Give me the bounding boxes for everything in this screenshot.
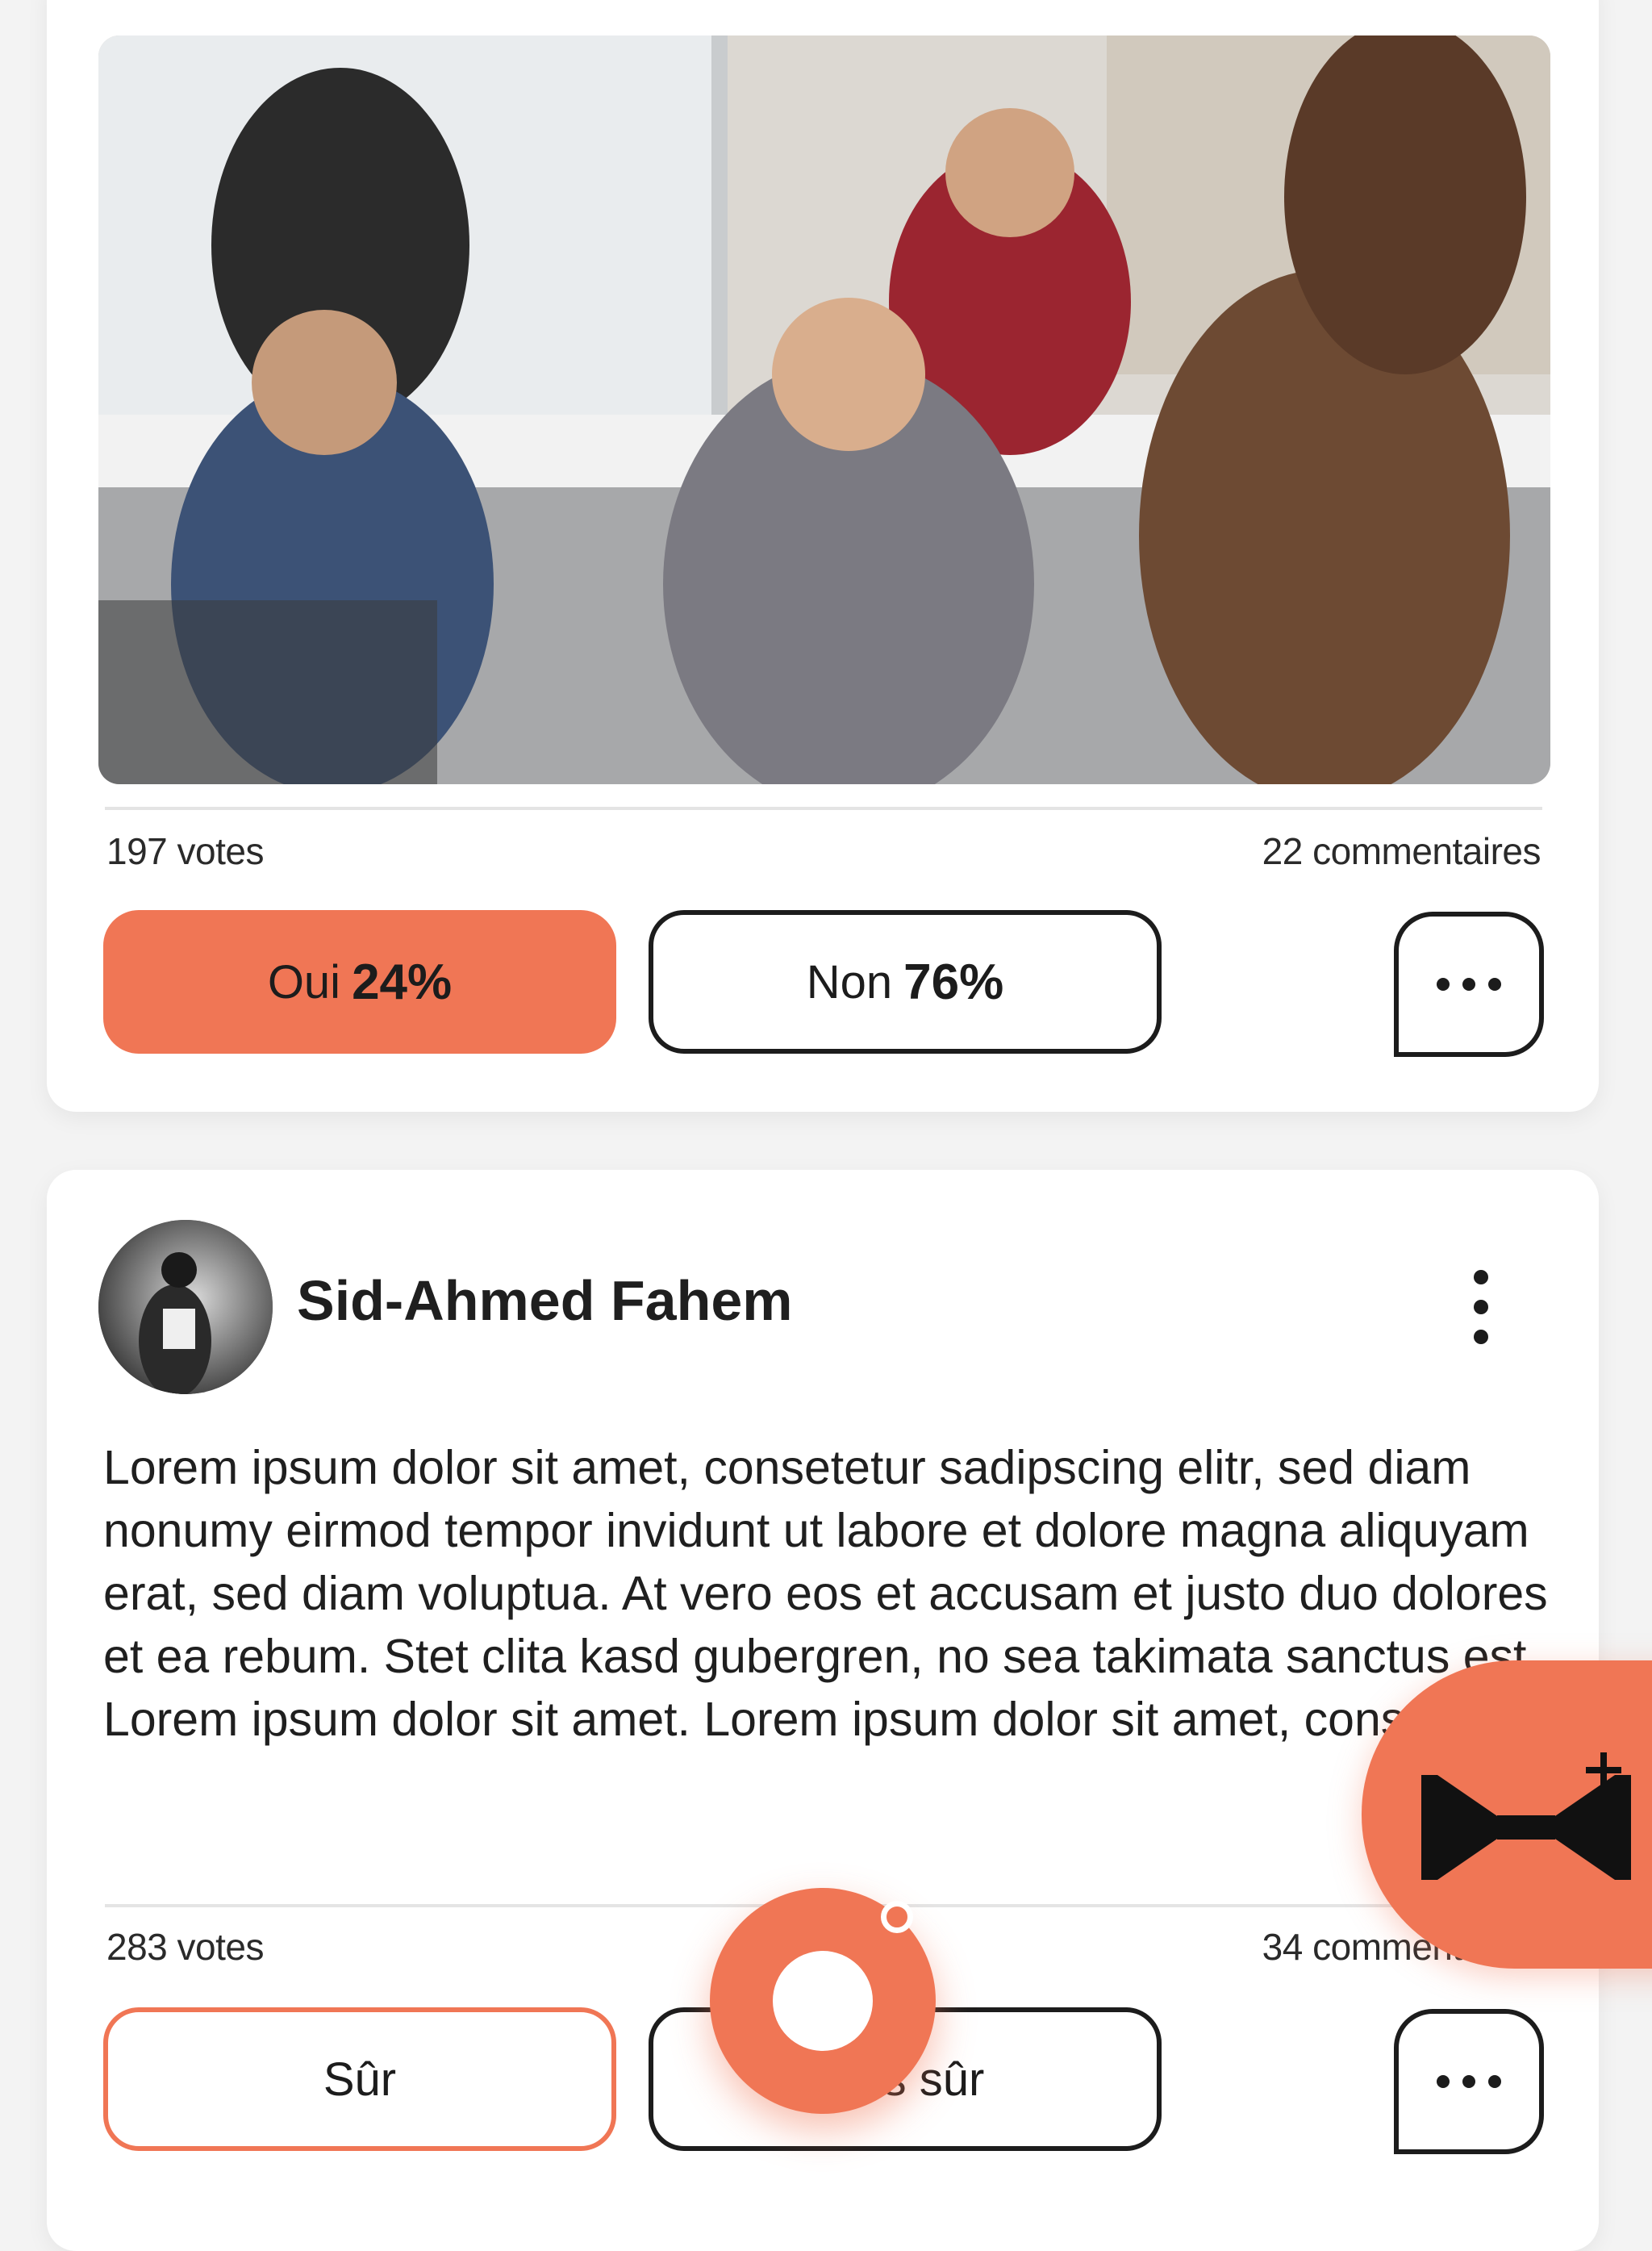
new-poll-fab[interactable] xyxy=(1362,1660,1652,1969)
ring-notification-icon xyxy=(773,1951,873,2051)
comment-button[interactable] xyxy=(1394,912,1544,1057)
megaphone-plus-icon xyxy=(1421,1752,1631,1880)
vote-count: 197 votes xyxy=(106,830,264,872)
avatar[interactable] xyxy=(98,1220,273,1394)
speech-bubble-dots-icon xyxy=(1437,2075,1501,2088)
option-percent: 24% xyxy=(352,954,453,1010)
divider xyxy=(105,807,1542,810)
center-action-button[interactable] xyxy=(710,1888,936,2114)
option-label: Oui xyxy=(267,955,341,1009)
option-label: Sûr xyxy=(323,2053,397,2106)
option-percent: 76% xyxy=(903,954,1004,1010)
more-options-icon[interactable] xyxy=(1465,1270,1497,1344)
avatar-photo xyxy=(98,1220,273,1394)
option-label: Non xyxy=(806,955,893,1009)
notification-dot xyxy=(881,1901,913,1933)
speech-bubble-dots-icon xyxy=(1437,978,1501,991)
comment-button[interactable] xyxy=(1394,2009,1544,2154)
vote-no-button[interactable]: Non 76% xyxy=(649,910,1162,1054)
comment-count: 22 commentaires xyxy=(1262,830,1541,872)
post-text: Lorem ipsum dolor sit amet, consetetur s… xyxy=(103,1441,1548,1746)
vote-count: 283 votes xyxy=(106,1926,264,1968)
vote-sure-button[interactable]: Sûr xyxy=(103,2007,616,2151)
post-card: 197 votes 22 commentaires Oui 24% Non 76… xyxy=(47,0,1599,1112)
group-meeting-photo xyxy=(98,35,1550,784)
author-name[interactable]: Sid-Ahmed Fahem xyxy=(297,1268,793,1333)
vote-yes-button[interactable]: Oui 24% xyxy=(103,910,616,1054)
post-image xyxy=(98,35,1550,784)
